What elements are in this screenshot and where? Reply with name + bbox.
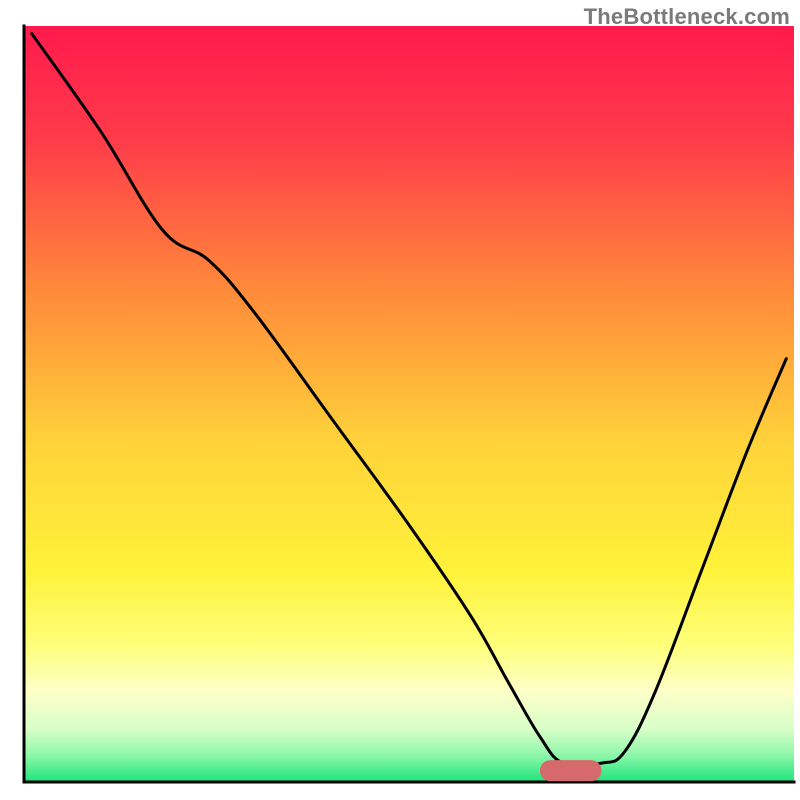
bottleneck-chart <box>0 0 800 800</box>
watermark-text: TheBottleneck.com <box>584 4 790 30</box>
chart-container: TheBottleneck.com <box>0 0 800 800</box>
plot-background <box>24 26 794 782</box>
optimal-range-marker <box>540 760 602 781</box>
